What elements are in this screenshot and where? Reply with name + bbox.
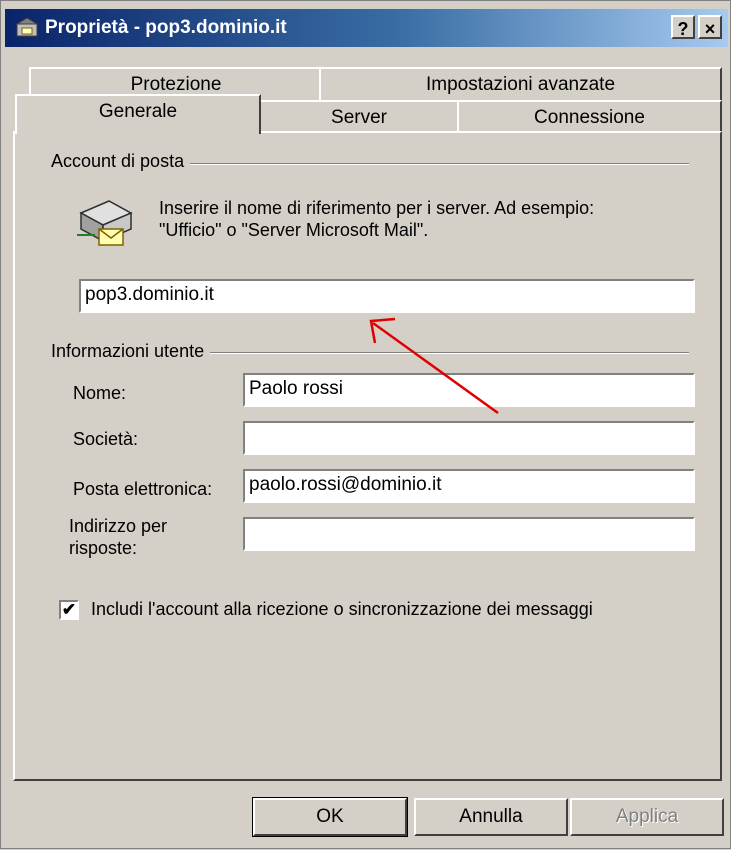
- help-button[interactable]: ?: [671, 15, 695, 39]
- include-account-label[interactable]: Includi l'account alla ricezione o sincr…: [91, 599, 593, 620]
- reply-address-input[interactable]: [243, 517, 695, 551]
- account-name-input[interactable]: pop3.dominio.it: [79, 279, 695, 313]
- mail-server-icon: [77, 200, 133, 246]
- properties-dialog: Proprietà - pop3.dominio.it ? × Protezio…: [0, 0, 731, 849]
- email-label: Posta elettronica:: [73, 479, 213, 499]
- checkmark-icon: ✔: [61, 600, 77, 619]
- company-label: Società:: [73, 429, 139, 449]
- user-info-group-label: Informazioni utente: [51, 341, 211, 362]
- include-account-checkbox[interactable]: ✔: [59, 600, 79, 620]
- tab-server[interactable]: Server: [259, 100, 459, 134]
- close-button[interactable]: ×: [698, 15, 722, 39]
- company-input[interactable]: [243, 421, 695, 455]
- account-description-line2: "Ufficio" o "Server Microsoft Mail".: [159, 220, 429, 240]
- reply-address-label-line2: risposte:: [69, 538, 138, 558]
- reply-address-label-line1: Indirizzo per: [69, 516, 168, 536]
- cancel-button[interactable]: Annulla: [414, 798, 568, 836]
- name-label: Nome:: [73, 383, 127, 403]
- apply-button[interactable]: Applica: [570, 798, 724, 836]
- title-bar: Proprietà - pop3.dominio.it ? ×: [5, 9, 728, 47]
- tab-impostazioni-avanzate[interactable]: Impostazioni avanzate: [319, 67, 722, 101]
- mail-account-icon: [15, 17, 39, 37]
- tab-connessione[interactable]: Connessione: [457, 100, 722, 134]
- ok-button[interactable]: OK: [252, 797, 408, 837]
- name-input[interactable]: Paolo rossi: [243, 373, 695, 407]
- email-input[interactable]: paolo.rossi@dominio.it: [243, 469, 695, 503]
- tab-generale[interactable]: Generale: [15, 94, 261, 134]
- account-description-line1: Inserire il nome di riferimento per i se…: [159, 198, 595, 218]
- window-title: Proprietà - pop3.dominio.it: [45, 17, 287, 38]
- account-group-label: Account di posta: [51, 151, 191, 172]
